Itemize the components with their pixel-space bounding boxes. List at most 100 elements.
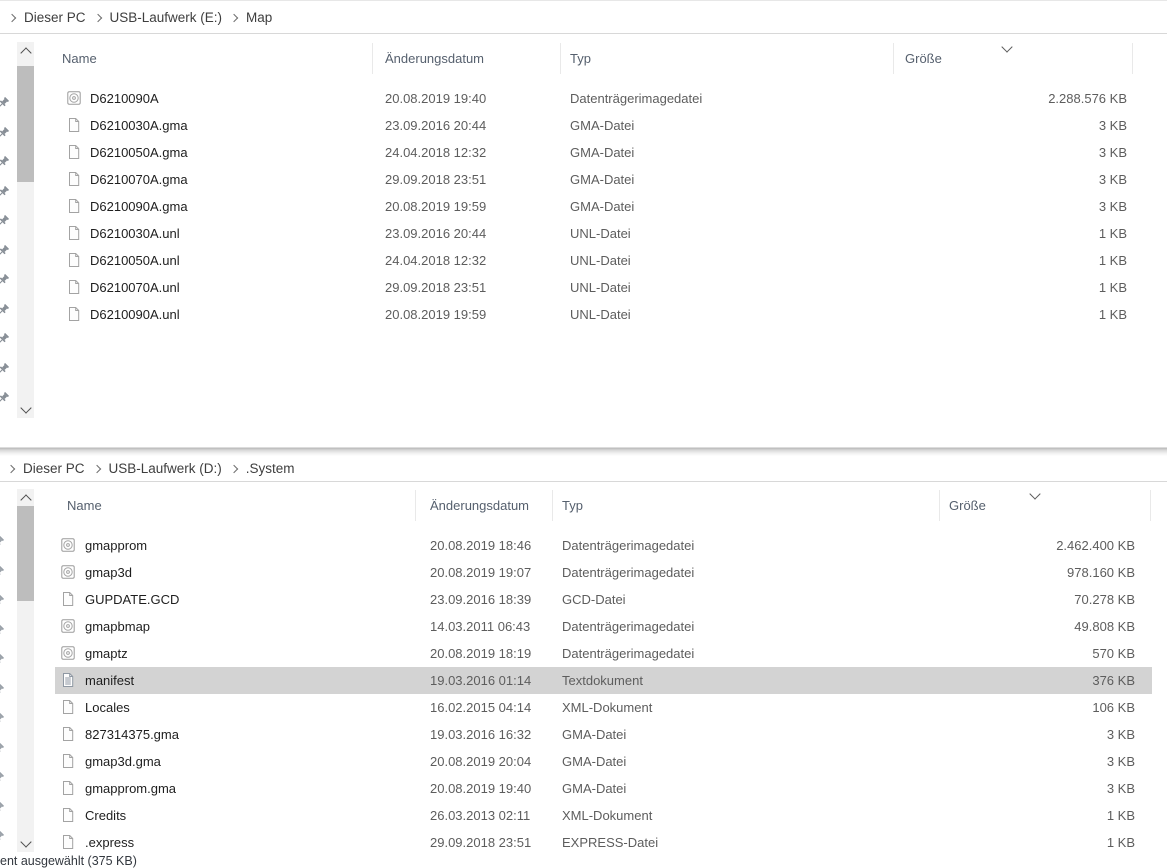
scroll-down-button[interactable] — [17, 835, 34, 852]
file-name[interactable]: D6210070A.unl — [90, 274, 180, 301]
file-row[interactable]: D6210090A.unl 20.08.2019 19:59 UNL-Datei… — [0, 301, 1167, 328]
file-name[interactable]: D6210090A.gma — [90, 193, 188, 220]
file-row[interactable]: gmapbmap 14.03.2011 06:43 Datenträgerima… — [0, 613, 1167, 640]
column-header-type[interactable]: Typ — [570, 51, 591, 66]
column-resize-handle[interactable] — [560, 43, 561, 74]
column-resize-handle[interactable] — [372, 43, 373, 74]
column-resize-handle[interactable] — [552, 490, 553, 521]
breadcrumb-item[interactable]: .System — [223, 459, 296, 478]
file-row[interactable]: D6210030A.unl 23.09.2016 20:44 UNL-Datei… — [0, 220, 1167, 247]
file-name[interactable]: manifest — [85, 667, 134, 694]
file-row[interactable]: gmap3d 20.08.2019 19:07 Datenträgerimage… — [0, 559, 1167, 586]
scroll-up-button[interactable] — [17, 42, 34, 59]
file-name[interactable]: D6210030A.gma — [90, 112, 188, 139]
file-row[interactable]: D6210050A.gma 24.04.2018 12:32 GMA-Datei… — [0, 139, 1167, 166]
file-name[interactable]: Locales — [85, 694, 130, 721]
breadcrumb-item[interactable]: Dieser PC — [1, 8, 87, 27]
pin-icon[interactable] — [0, 273, 10, 287]
file-name[interactable]: gmap3d.gma — [85, 748, 161, 775]
column-header-modified[interactable]: Änderungsdatum — [385, 51, 484, 66]
file-row[interactable]: .express 29.09.2018 23:51 EXPRESS-Datei … — [0, 829, 1167, 856]
file-row[interactable]: manifest 19.03.2016 01:14 Textdokument 3… — [0, 667, 1167, 694]
breadcrumb-item[interactable]: Map — [223, 8, 273, 27]
vertical-scrollbar[interactable] — [17, 42, 34, 418]
breadcrumb-label[interactable]: Dieser PC — [22, 459, 86, 478]
pin-icon[interactable] — [0, 535, 5, 549]
pin-icon[interactable] — [0, 244, 10, 258]
chevron-right-icon[interactable] — [230, 13, 238, 21]
column-resize-handle[interactable] — [1150, 490, 1151, 521]
pin-icon[interactable] — [0, 742, 5, 756]
scroll-down-button[interactable] — [17, 401, 34, 418]
file-name[interactable]: D6210090A — [90, 85, 159, 112]
pin-icon[interactable] — [0, 683, 5, 697]
pin-icon[interactable] — [0, 126, 10, 140]
file-name[interactable]: Credits — [85, 802, 126, 829]
pin-icon[interactable] — [0, 653, 5, 667]
file-name[interactable]: D6210030A.unl — [90, 220, 180, 247]
file-row[interactable]: D6210090A.gma 20.08.2019 19:59 GMA-Datei… — [0, 193, 1167, 220]
file-name[interactable]: 827314375.gma — [85, 721, 179, 748]
pin-icon[interactable] — [0, 801, 5, 815]
file-name[interactable]: D6210050A.unl — [90, 247, 180, 274]
column-header-name[interactable]: Name — [62, 51, 97, 66]
pin-icon[interactable] — [0, 771, 5, 785]
column-header-size[interactable]: Größe — [949, 498, 986, 513]
pin-icon[interactable] — [0, 214, 10, 228]
column-resize-handle[interactable] — [939, 490, 940, 521]
file-row[interactable]: 827314375.gma 19.03.2016 16:32 GMA-Datei… — [0, 721, 1167, 748]
chevron-right-icon[interactable] — [8, 13, 16, 21]
file-row[interactable]: D6210090A 20.08.2019 19:40 Datenträgerim… — [0, 85, 1167, 112]
file-name[interactable]: .express — [85, 829, 134, 856]
file-name[interactable]: D6210070A.gma — [90, 166, 188, 193]
column-resize-handle[interactable] — [1132, 43, 1133, 74]
file-row[interactable]: Locales 16.02.2015 04:14 XML-Dokument 10… — [0, 694, 1167, 721]
file-name[interactable]: D6210050A.gma — [90, 139, 188, 166]
pin-icon[interactable] — [0, 712, 5, 726]
pin-icon[interactable] — [0, 362, 10, 376]
scroll-up-button[interactable] — [17, 489, 34, 506]
pin-icon[interactable] — [0, 830, 5, 844]
pin-icon[interactable] — [0, 391, 10, 405]
file-name[interactable]: gmaptz — [85, 640, 128, 667]
pin-icon[interactable] — [0, 96, 10, 110]
file-row[interactable]: Credits 26.03.2013 02:11 XML-Dokument 1 … — [0, 802, 1167, 829]
column-header-size[interactable]: Größe — [905, 51, 942, 66]
chevron-right-icon[interactable] — [230, 464, 238, 472]
file-row[interactable]: D6210050A.unl 24.04.2018 12:32 UNL-Datei… — [0, 247, 1167, 274]
breadcrumb-label[interactable]: Map — [245, 8, 273, 27]
column-resize-handle[interactable] — [893, 43, 894, 74]
breadcrumb-label[interactable]: USB-Laufwerk (D:) — [108, 459, 223, 478]
file-row[interactable]: D6210070A.unl 29.09.2018 23:51 UNL-Datei… — [0, 274, 1167, 301]
column-header-type[interactable]: Typ — [562, 498, 583, 513]
file-row[interactable]: gmapprom.gma 20.08.2019 19:40 GMA-Datei … — [0, 775, 1167, 802]
pin-icon[interactable] — [0, 332, 10, 346]
breadcrumb-label[interactable]: Dieser PC — [23, 8, 87, 27]
file-name[interactable]: GUPDATE.GCD — [85, 586, 179, 613]
file-name[interactable]: gmapprom — [85, 532, 147, 559]
file-row[interactable]: D6210070A.gma 29.09.2018 23:51 GMA-Datei… — [0, 166, 1167, 193]
file-name[interactable]: gmap3d — [85, 559, 132, 586]
chevron-right-icon[interactable] — [93, 13, 101, 21]
vertical-scrollbar[interactable] — [17, 489, 34, 852]
file-name[interactable]: D6210090A.unl — [90, 301, 180, 328]
pin-icon[interactable] — [0, 624, 5, 638]
pin-icon[interactable] — [0, 155, 10, 169]
column-resize-handle[interactable] — [415, 490, 416, 521]
chevron-right-icon[interactable] — [7, 464, 15, 472]
pin-icon[interactable] — [0, 565, 5, 579]
breadcrumb-item[interactable]: USB-Laufwerk (D:) — [86, 459, 223, 478]
file-name[interactable]: gmapprom.gma — [85, 775, 176, 802]
pin-icon[interactable] — [0, 185, 10, 199]
file-row[interactable]: gmaptz 20.08.2019 18:19 Datenträgerimage… — [0, 640, 1167, 667]
breadcrumb-label[interactable]: .System — [245, 459, 296, 478]
file-row[interactable]: gmap3d.gma 20.08.2019 20:04 GMA-Datei 3 … — [0, 748, 1167, 775]
column-header-modified[interactable]: Änderungsdatum — [430, 498, 529, 513]
pin-icon[interactable] — [0, 303, 10, 317]
file-row[interactable]: gmapprom 20.08.2019 18:46 Datenträgerima… — [0, 532, 1167, 559]
breadcrumb-label[interactable]: USB-Laufwerk (E:) — [109, 8, 224, 27]
pin-icon[interactable] — [0, 594, 5, 608]
file-row[interactable]: GUPDATE.GCD 23.09.2016 18:39 GCD-Datei 7… — [0, 586, 1167, 613]
breadcrumb-item[interactable]: USB-Laufwerk (E:) — [87, 8, 224, 27]
scrollbar-thumb[interactable] — [17, 66, 34, 182]
